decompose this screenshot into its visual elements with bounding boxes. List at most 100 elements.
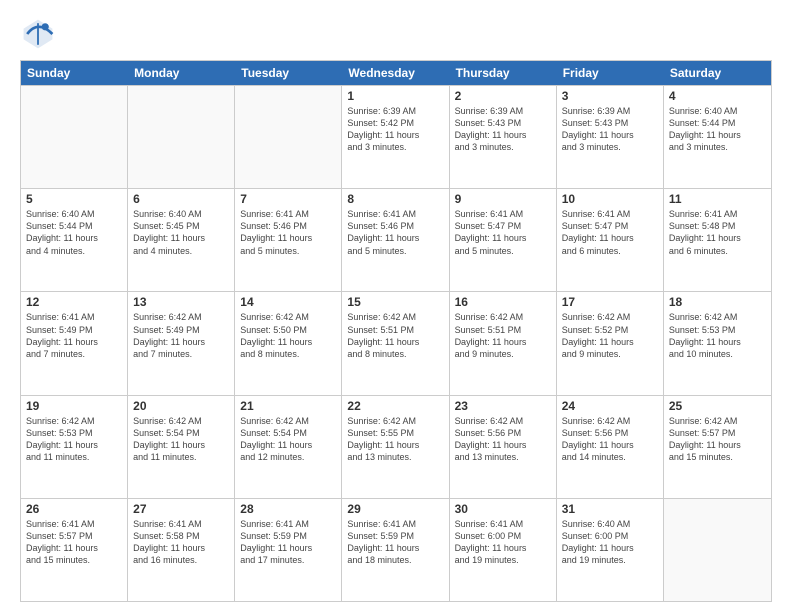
day-info: Sunrise: 6:41 AM Sunset: 5:46 PM Dayligh… — [347, 208, 443, 257]
header-day-thursday: Thursday — [450, 61, 557, 85]
day-number: 22 — [347, 399, 443, 413]
day-cell-30: 30Sunrise: 6:41 AM Sunset: 6:00 PM Dayli… — [450, 499, 557, 601]
day-cell-8: 8 Sunrise: 6:41 AM Sunset: 5:46 PM Daylig… — [342, 189, 449, 291]
day-info: Sunrise: 6:42 AM Sunset: 5:52 PM Dayligh… — [562, 311, 658, 360]
day-cell-7: 7 Sunrise: 6:41 AM Sunset: 5:46 PM Daylig… — [235, 189, 342, 291]
day-number: 23 — [455, 399, 551, 413]
calendar-row-5: 26 Sunrise: 6:41 AM Sunset: 5:57 PM Dayli… — [21, 498, 771, 601]
day-cell-25: 25Sunrise: 6:42 AM Sunset: 5:57 PM Dayli… — [664, 396, 771, 498]
day-cell-18: 18 Sunrise: 6:42 AM Sunset: 5:53 PM Dayli… — [664, 292, 771, 394]
header-day-saturday: Saturday — [664, 61, 771, 85]
calendar-body: 1Sunrise: 6:39 AM Sunset: 5:42 PM Daylig… — [21, 85, 771, 601]
calendar-header: SundayMondayTuesdayWednesdayThursdayFrid… — [21, 61, 771, 85]
day-cell-29: 29Sunrise: 6:41 AM Sunset: 5:59 PM Dayli… — [342, 499, 449, 601]
day-cell-15: 15Sunrise: 6:42 AM Sunset: 5:51 PM Dayli… — [342, 292, 449, 394]
day-cell-17: 17 Sunrise: 6:42 AM Sunset: 5:52 PM Dayli… — [557, 292, 664, 394]
day-info: Sunrise: 6:42 AM Sunset: 5:56 PM Dayligh… — [455, 415, 551, 464]
day-cell-2: 2 Sunrise: 6:39 AM Sunset: 5:43 PM Daylig… — [450, 86, 557, 188]
day-info: Sunrise: 6:42 AM Sunset: 5:56 PM Dayligh… — [562, 415, 658, 464]
day-cell-27: 27 Sunrise: 6:41 AM Sunset: 5:58 PM Dayli… — [128, 499, 235, 601]
day-number: 16 — [455, 295, 551, 309]
page: SundayMondayTuesdayWednesdayThursdayFrid… — [0, 0, 792, 612]
day-cell-31: 31 Sunrise: 6:40 AM Sunset: 6:00 PM Dayli… — [557, 499, 664, 601]
day-cell-20: 20 Sunrise: 6:42 AM Sunset: 5:54 PM Dayli… — [128, 396, 235, 498]
day-info: Sunrise: 6:40 AM Sunset: 5:44 PM Dayligh… — [26, 208, 122, 257]
day-info: Sunrise: 6:40 AM Sunset: 5:45 PM Dayligh… — [133, 208, 229, 257]
day-cell-19: 19 Sunrise: 6:42 AM Sunset: 5:53 PM Dayli… — [21, 396, 128, 498]
calendar-row-3: 12 Sunrise: 6:41 AM Sunset: 5:49 PM Dayli… — [21, 291, 771, 394]
day-info: Sunrise: 6:40 AM Sunset: 5:44 PM Dayligh… — [669, 105, 766, 154]
day-number: 28 — [240, 502, 336, 516]
day-number: 20 — [133, 399, 229, 413]
day-number: 19 — [26, 399, 122, 413]
day-cell-11: 11 Sunrise: 6:41 AM Sunset: 5:48 PM Dayli… — [664, 189, 771, 291]
day-number: 29 — [347, 502, 443, 516]
day-info: Sunrise: 6:42 AM Sunset: 5:51 PM Dayligh… — [455, 311, 551, 360]
day-info: Sunrise: 6:42 AM Sunset: 5:54 PM Dayligh… — [133, 415, 229, 464]
day-number: 2 — [455, 89, 551, 103]
header-day-sunday: Sunday — [21, 61, 128, 85]
day-info: Sunrise: 6:41 AM Sunset: 5:58 PM Dayligh… — [133, 518, 229, 567]
day-cell-6: 6Sunrise: 6:40 AM Sunset: 5:45 PM Daylig… — [128, 189, 235, 291]
day-cell-21: 21Sunrise: 6:42 AM Sunset: 5:54 PM Dayli… — [235, 396, 342, 498]
day-info: Sunrise: 6:42 AM Sunset: 5:50 PM Dayligh… — [240, 311, 336, 360]
day-info: Sunrise: 6:41 AM Sunset: 5:48 PM Dayligh… — [669, 208, 766, 257]
day-cell-10: 10Sunrise: 6:41 AM Sunset: 5:47 PM Dayli… — [557, 189, 664, 291]
day-cell-13: 13 Sunrise: 6:42 AM Sunset: 5:49 PM Dayli… — [128, 292, 235, 394]
day-number: 1 — [347, 89, 443, 103]
day-cell-28: 28 Sunrise: 6:41 AM Sunset: 5:59 PM Dayli… — [235, 499, 342, 601]
empty-cell-0-1 — [128, 86, 235, 188]
day-info: Sunrise: 6:41 AM Sunset: 5:47 PM Dayligh… — [455, 208, 551, 257]
day-number: 27 — [133, 502, 229, 516]
day-info: Sunrise: 6:41 AM Sunset: 5:46 PM Dayligh… — [240, 208, 336, 257]
day-cell-3: 3 Sunrise: 6:39 AM Sunset: 5:43 PM Daylig… — [557, 86, 664, 188]
day-number: 8 — [347, 192, 443, 206]
empty-cell-4-6 — [664, 499, 771, 601]
day-number: 26 — [26, 502, 122, 516]
day-info: Sunrise: 6:42 AM Sunset: 5:53 PM Dayligh… — [26, 415, 122, 464]
day-number: 7 — [240, 192, 336, 206]
calendar-row-1: 1Sunrise: 6:39 AM Sunset: 5:42 PM Daylig… — [21, 85, 771, 188]
day-number: 13 — [133, 295, 229, 309]
day-number: 11 — [669, 192, 766, 206]
day-number: 3 — [562, 89, 658, 103]
day-cell-5: 5 Sunrise: 6:40 AM Sunset: 5:44 PM Daylig… — [21, 189, 128, 291]
day-number: 21 — [240, 399, 336, 413]
day-number: 9 — [455, 192, 551, 206]
day-cell-16: 16 Sunrise: 6:42 AM Sunset: 5:51 PM Dayli… — [450, 292, 557, 394]
day-cell-23: 23 Sunrise: 6:42 AM Sunset: 5:56 PM Dayli… — [450, 396, 557, 498]
day-info: Sunrise: 6:42 AM Sunset: 5:49 PM Dayligh… — [133, 311, 229, 360]
day-info: Sunrise: 6:41 AM Sunset: 5:49 PM Dayligh… — [26, 311, 122, 360]
day-info: Sunrise: 6:40 AM Sunset: 6:00 PM Dayligh… — [562, 518, 658, 567]
header — [20, 16, 772, 52]
day-number: 17 — [562, 295, 658, 309]
day-info: Sunrise: 6:42 AM Sunset: 5:57 PM Dayligh… — [669, 415, 766, 464]
day-cell-26: 26 Sunrise: 6:41 AM Sunset: 5:57 PM Dayli… — [21, 499, 128, 601]
empty-cell-0-0 — [21, 86, 128, 188]
day-info: Sunrise: 6:41 AM Sunset: 6:00 PM Dayligh… — [455, 518, 551, 567]
day-info: Sunrise: 6:42 AM Sunset: 5:55 PM Dayligh… — [347, 415, 443, 464]
day-number: 12 — [26, 295, 122, 309]
day-info: Sunrise: 6:39 AM Sunset: 5:43 PM Dayligh… — [455, 105, 551, 154]
day-number: 5 — [26, 192, 122, 206]
header-day-monday: Monday — [128, 61, 235, 85]
day-number: 31 — [562, 502, 658, 516]
day-info: Sunrise: 6:41 AM Sunset: 5:57 PM Dayligh… — [26, 518, 122, 567]
calendar-row-2: 5 Sunrise: 6:40 AM Sunset: 5:44 PM Daylig… — [21, 188, 771, 291]
day-number: 10 — [562, 192, 658, 206]
day-cell-4: 4Sunrise: 6:40 AM Sunset: 5:44 PM Daylig… — [664, 86, 771, 188]
logo-icon — [20, 16, 56, 52]
day-cell-22: 22 Sunrise: 6:42 AM Sunset: 5:55 PM Dayli… — [342, 396, 449, 498]
header-day-tuesday: Tuesday — [235, 61, 342, 85]
day-info: Sunrise: 6:39 AM Sunset: 5:43 PM Dayligh… — [562, 105, 658, 154]
day-info: Sunrise: 6:41 AM Sunset: 5:59 PM Dayligh… — [240, 518, 336, 567]
day-cell-1: 1Sunrise: 6:39 AM Sunset: 5:42 PM Daylig… — [342, 86, 449, 188]
day-info: Sunrise: 6:42 AM Sunset: 5:53 PM Dayligh… — [669, 311, 766, 360]
day-number: 14 — [240, 295, 336, 309]
day-number: 18 — [669, 295, 766, 309]
day-cell-12: 12 Sunrise: 6:41 AM Sunset: 5:49 PM Dayli… — [21, 292, 128, 394]
empty-cell-0-2 — [235, 86, 342, 188]
day-info: Sunrise: 6:42 AM Sunset: 5:51 PM Dayligh… — [347, 311, 443, 360]
day-cell-24: 24Sunrise: 6:42 AM Sunset: 5:56 PM Dayli… — [557, 396, 664, 498]
header-day-wednesday: Wednesday — [342, 61, 449, 85]
